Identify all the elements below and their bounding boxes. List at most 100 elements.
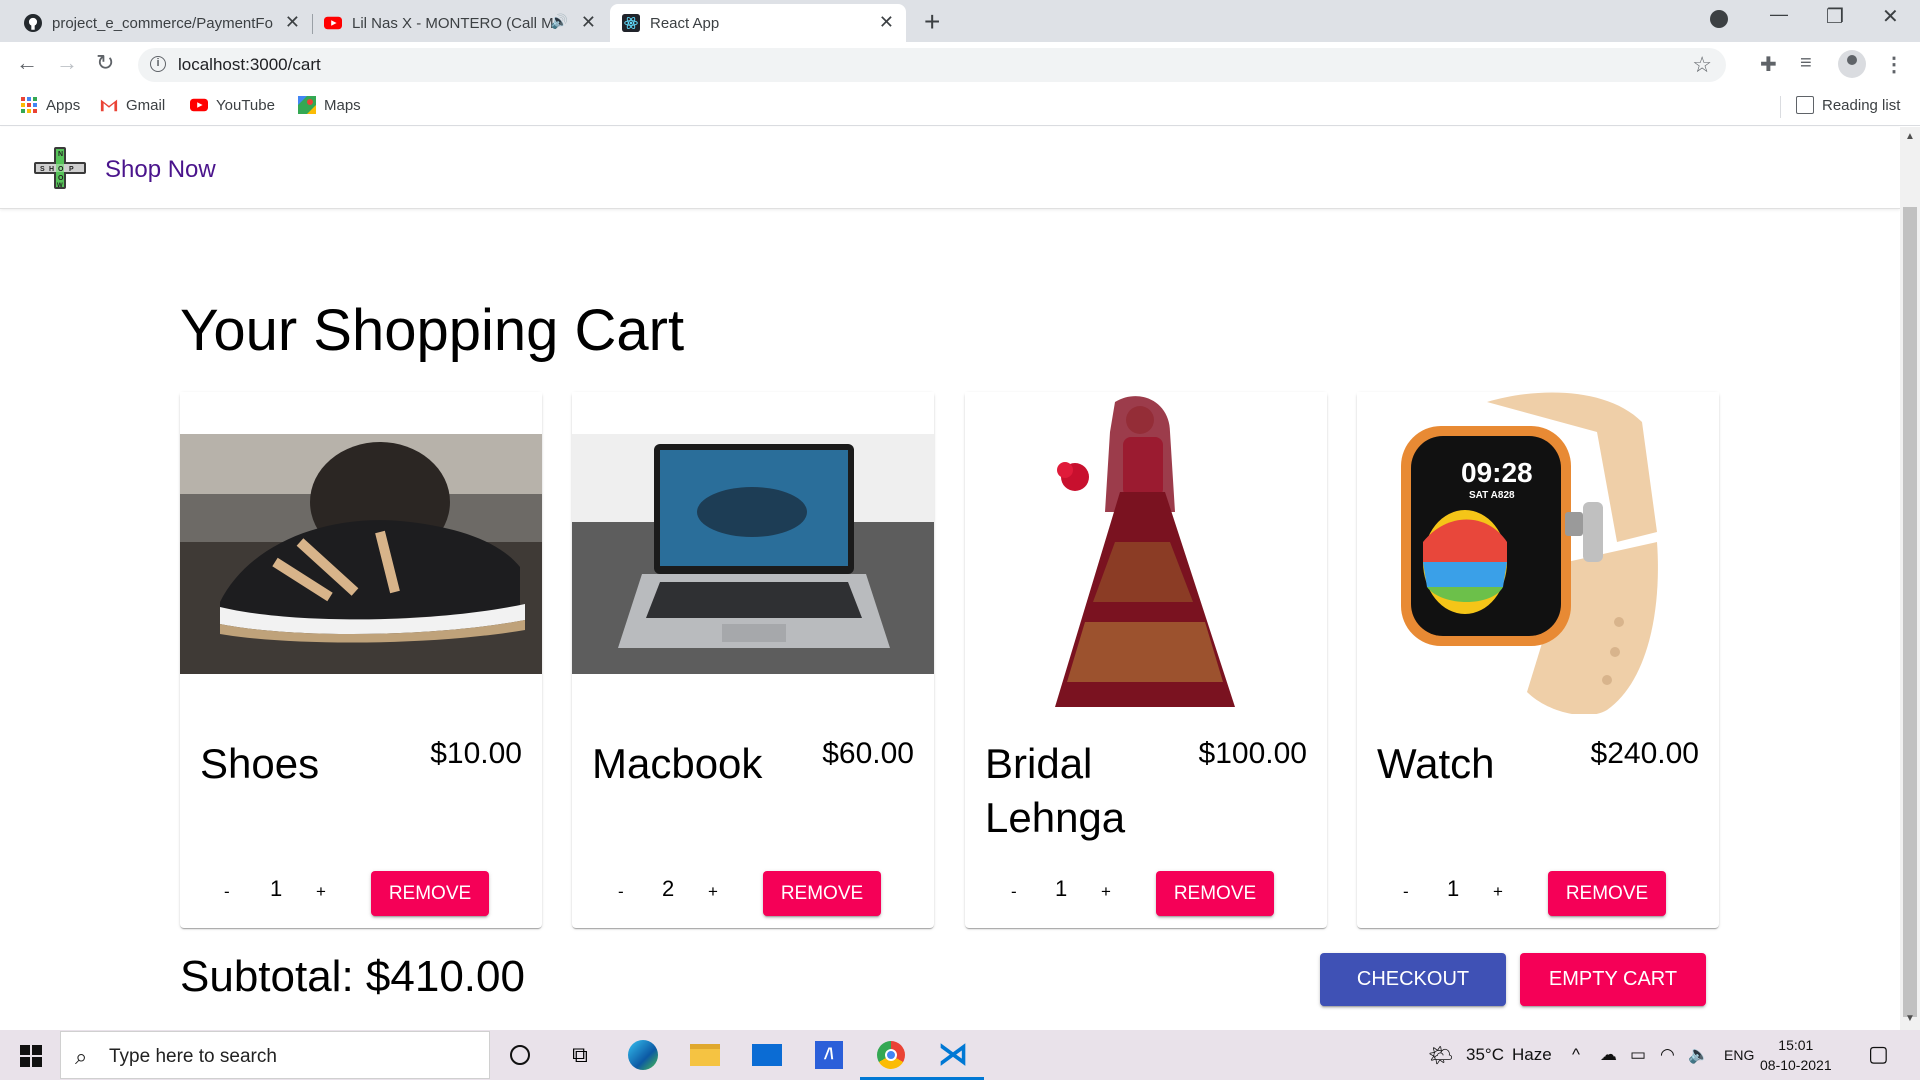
- bookmark-youtube[interactable]: YouTube: [190, 96, 275, 114]
- logo-letter: O: [58, 175, 64, 182]
- item-name: Macbook: [592, 740, 763, 787]
- tab-search-icon[interactable]: [1710, 10, 1728, 28]
- weather-temperature[interactable]: 35°C: [1466, 1045, 1504, 1065]
- speaker-icon[interactable]: 🔊: [551, 13, 568, 30]
- tab-title: Lil Nas X - MONTERO (Call M: [352, 14, 554, 32]
- remove-item-button[interactable]: REMOVE: [1548, 871, 1666, 916]
- item-quantity: 1: [270, 876, 283, 901]
- forward-icon[interactable]: →: [56, 50, 78, 76]
- browser-tab-strip: project_e_commerce/PaymentFo ✕ Lil Nas X…: [0, 0, 1920, 42]
- shop-now-logo[interactable]: S H O P N O W: [34, 147, 86, 189]
- task-view-icon[interactable]: ⧉: [563, 1038, 597, 1072]
- item-name: Bridal Lehnga: [985, 740, 1126, 841]
- search-placeholder: Type here to search: [109, 1046, 277, 1067]
- logo-letter: P: [69, 166, 74, 173]
- visual-studio-icon[interactable]: /\: [812, 1038, 846, 1072]
- taskbar-search-box[interactable]: ⌕ Type here to search: [60, 1031, 490, 1079]
- reading-list[interactable]: Reading list: [1796, 96, 1900, 114]
- windows-taskbar: ⌕ Type here to search ⧉ /\ ⋊ 🌤 35°C Haze…: [0, 1030, 1920, 1080]
- checkout-button[interactable]: CHECKOUT: [1320, 953, 1506, 1006]
- gmail-icon: [100, 99, 118, 112]
- url-text[interactable]: localhost:3000/cart: [178, 55, 321, 75]
- empty-cart-button[interactable]: EMPTY CART: [1520, 953, 1706, 1006]
- bookmark-gmail[interactable]: Gmail: [100, 96, 165, 114]
- bookmark-label: Maps: [324, 96, 361, 114]
- tab-react-app[interactable]: React App ✕: [610, 4, 906, 42]
- bookmark-maps[interactable]: Maps: [298, 96, 361, 114]
- file-explorer-icon[interactable]: [688, 1038, 722, 1072]
- cart-subtotal: Subtotal: $410.00: [180, 952, 525, 1001]
- cart-item-card: Shoes $10.00 - 1 + REMOVE: [180, 392, 542, 928]
- address-bar[interactable]: i localhost:3000/cart ☆: [138, 48, 1726, 82]
- bookmark-star-icon[interactable]: ☆: [1692, 52, 1712, 78]
- volume-icon[interactable]: 🔈: [1688, 1045, 1709, 1065]
- smartwatch-photo: 09:28 SAT A828: [1357, 392, 1719, 714]
- show-hidden-icons-icon[interactable]: ^: [1572, 1045, 1580, 1065]
- close-tab-icon[interactable]: ✕: [581, 12, 596, 33]
- battery-icon[interactable]: ▭: [1630, 1045, 1646, 1065]
- remove-item-button[interactable]: REMOVE: [1156, 871, 1274, 916]
- cortana-icon[interactable]: [503, 1038, 537, 1072]
- increase-qty-button[interactable]: +: [1493, 882, 1503, 902]
- weather-icon[interactable]: 🌤: [1428, 1043, 1453, 1068]
- search-icon: ⌕: [75, 1044, 88, 1069]
- mail-icon[interactable]: [750, 1038, 784, 1072]
- tab-youtube[interactable]: Lil Nas X - MONTERO (Call M 🔊 ✕: [312, 4, 608, 42]
- youtube-icon: [324, 16, 342, 30]
- close-tab-icon[interactable]: ✕: [879, 12, 894, 33]
- windows-start-icon[interactable]: [20, 1045, 42, 1067]
- language-indicator[interactable]: ENG: [1724, 1047, 1754, 1063]
- scroll-down-icon[interactable]: ▼: [1905, 1013, 1915, 1024]
- edge-icon[interactable]: [626, 1038, 660, 1072]
- logo-letter: O: [58, 166, 64, 173]
- logo-letter: N: [58, 151, 63, 158]
- bookmark-label: Apps: [46, 96, 81, 114]
- decrease-qty-button[interactable]: -: [1403, 882, 1409, 902]
- increase-qty-button[interactable]: +: [708, 882, 718, 902]
- reload-icon[interactable]: ↻: [96, 50, 114, 76]
- tab-github[interactable]: project_e_commerce/PaymentFo ✕: [12, 4, 312, 42]
- weather-description[interactable]: Haze: [1512, 1045, 1552, 1065]
- close-window-icon[interactable]: ✕: [1882, 4, 1899, 29]
- bookmark-label: Gmail: [126, 96, 166, 114]
- restore-icon[interactable]: ❐: [1826, 4, 1844, 29]
- increase-qty-button[interactable]: +: [316, 882, 326, 902]
- item-name: Watch: [1377, 740, 1495, 787]
- running-shoe-photo: [180, 392, 542, 714]
- increase-qty-button[interactable]: +: [1101, 882, 1111, 902]
- page-scrollbar[interactable]: ▲ ▼: [1900, 127, 1920, 1030]
- remove-item-button[interactable]: REMOVE: [371, 871, 489, 916]
- site-info-icon[interactable]: i: [150, 56, 166, 72]
- decrease-qty-button[interactable]: -: [1011, 882, 1017, 902]
- item-price: $100.00: [1198, 737, 1307, 770]
- wifi-icon[interactable]: ◠: [1660, 1045, 1675, 1065]
- logo-letter: S: [40, 166, 45, 173]
- onedrive-icon[interactable]: ☁: [1600, 1045, 1617, 1065]
- scroll-up-icon[interactable]: ▲: [1905, 131, 1915, 142]
- decrease-qty-button[interactable]: -: [618, 882, 624, 902]
- cart-item-card: 09:28 SAT A828 Watch $240.00 - 1 + REMOV…: [1357, 392, 1719, 928]
- scrollbar-thumb[interactable]: [1903, 207, 1917, 1017]
- cart-item-card: Bridal Lehnga $100.00 - 1 + REMOVE: [965, 392, 1327, 928]
- item-quantity: 2: [662, 876, 675, 901]
- close-tab-icon[interactable]: ✕: [285, 12, 300, 33]
- back-icon[interactable]: ←: [16, 50, 38, 76]
- youtube-icon: [190, 98, 208, 112]
- notifications-icon[interactable]: ▢: [1868, 1041, 1889, 1067]
- vscode-icon[interactable]: ⋊: [922, 1038, 984, 1080]
- profile-avatar[interactable]: [1838, 50, 1866, 78]
- minimize-icon[interactable]: —: [1770, 4, 1788, 25]
- brand-link[interactable]: Shop Now: [105, 156, 216, 184]
- item-quantity: 1: [1055, 876, 1068, 901]
- bookmark-apps[interactable]: Apps: [20, 96, 80, 114]
- taskbar-clock[interactable]: 15:01 08-10-2021: [1760, 1035, 1832, 1075]
- chrome-icon[interactable]: [860, 1038, 922, 1080]
- react-icon: [622, 14, 640, 32]
- extensions-icon[interactable]: ✚: [1760, 52, 1777, 77]
- media-control-icon[interactable]: ≡: [1800, 52, 1812, 75]
- item-quantity: 1: [1447, 876, 1460, 901]
- menu-icon[interactable]: ⋮: [1884, 52, 1904, 77]
- remove-item-button[interactable]: REMOVE: [763, 871, 881, 916]
- new-tab-button[interactable]: +: [924, 6, 940, 38]
- decrease-qty-button[interactable]: -: [224, 882, 230, 902]
